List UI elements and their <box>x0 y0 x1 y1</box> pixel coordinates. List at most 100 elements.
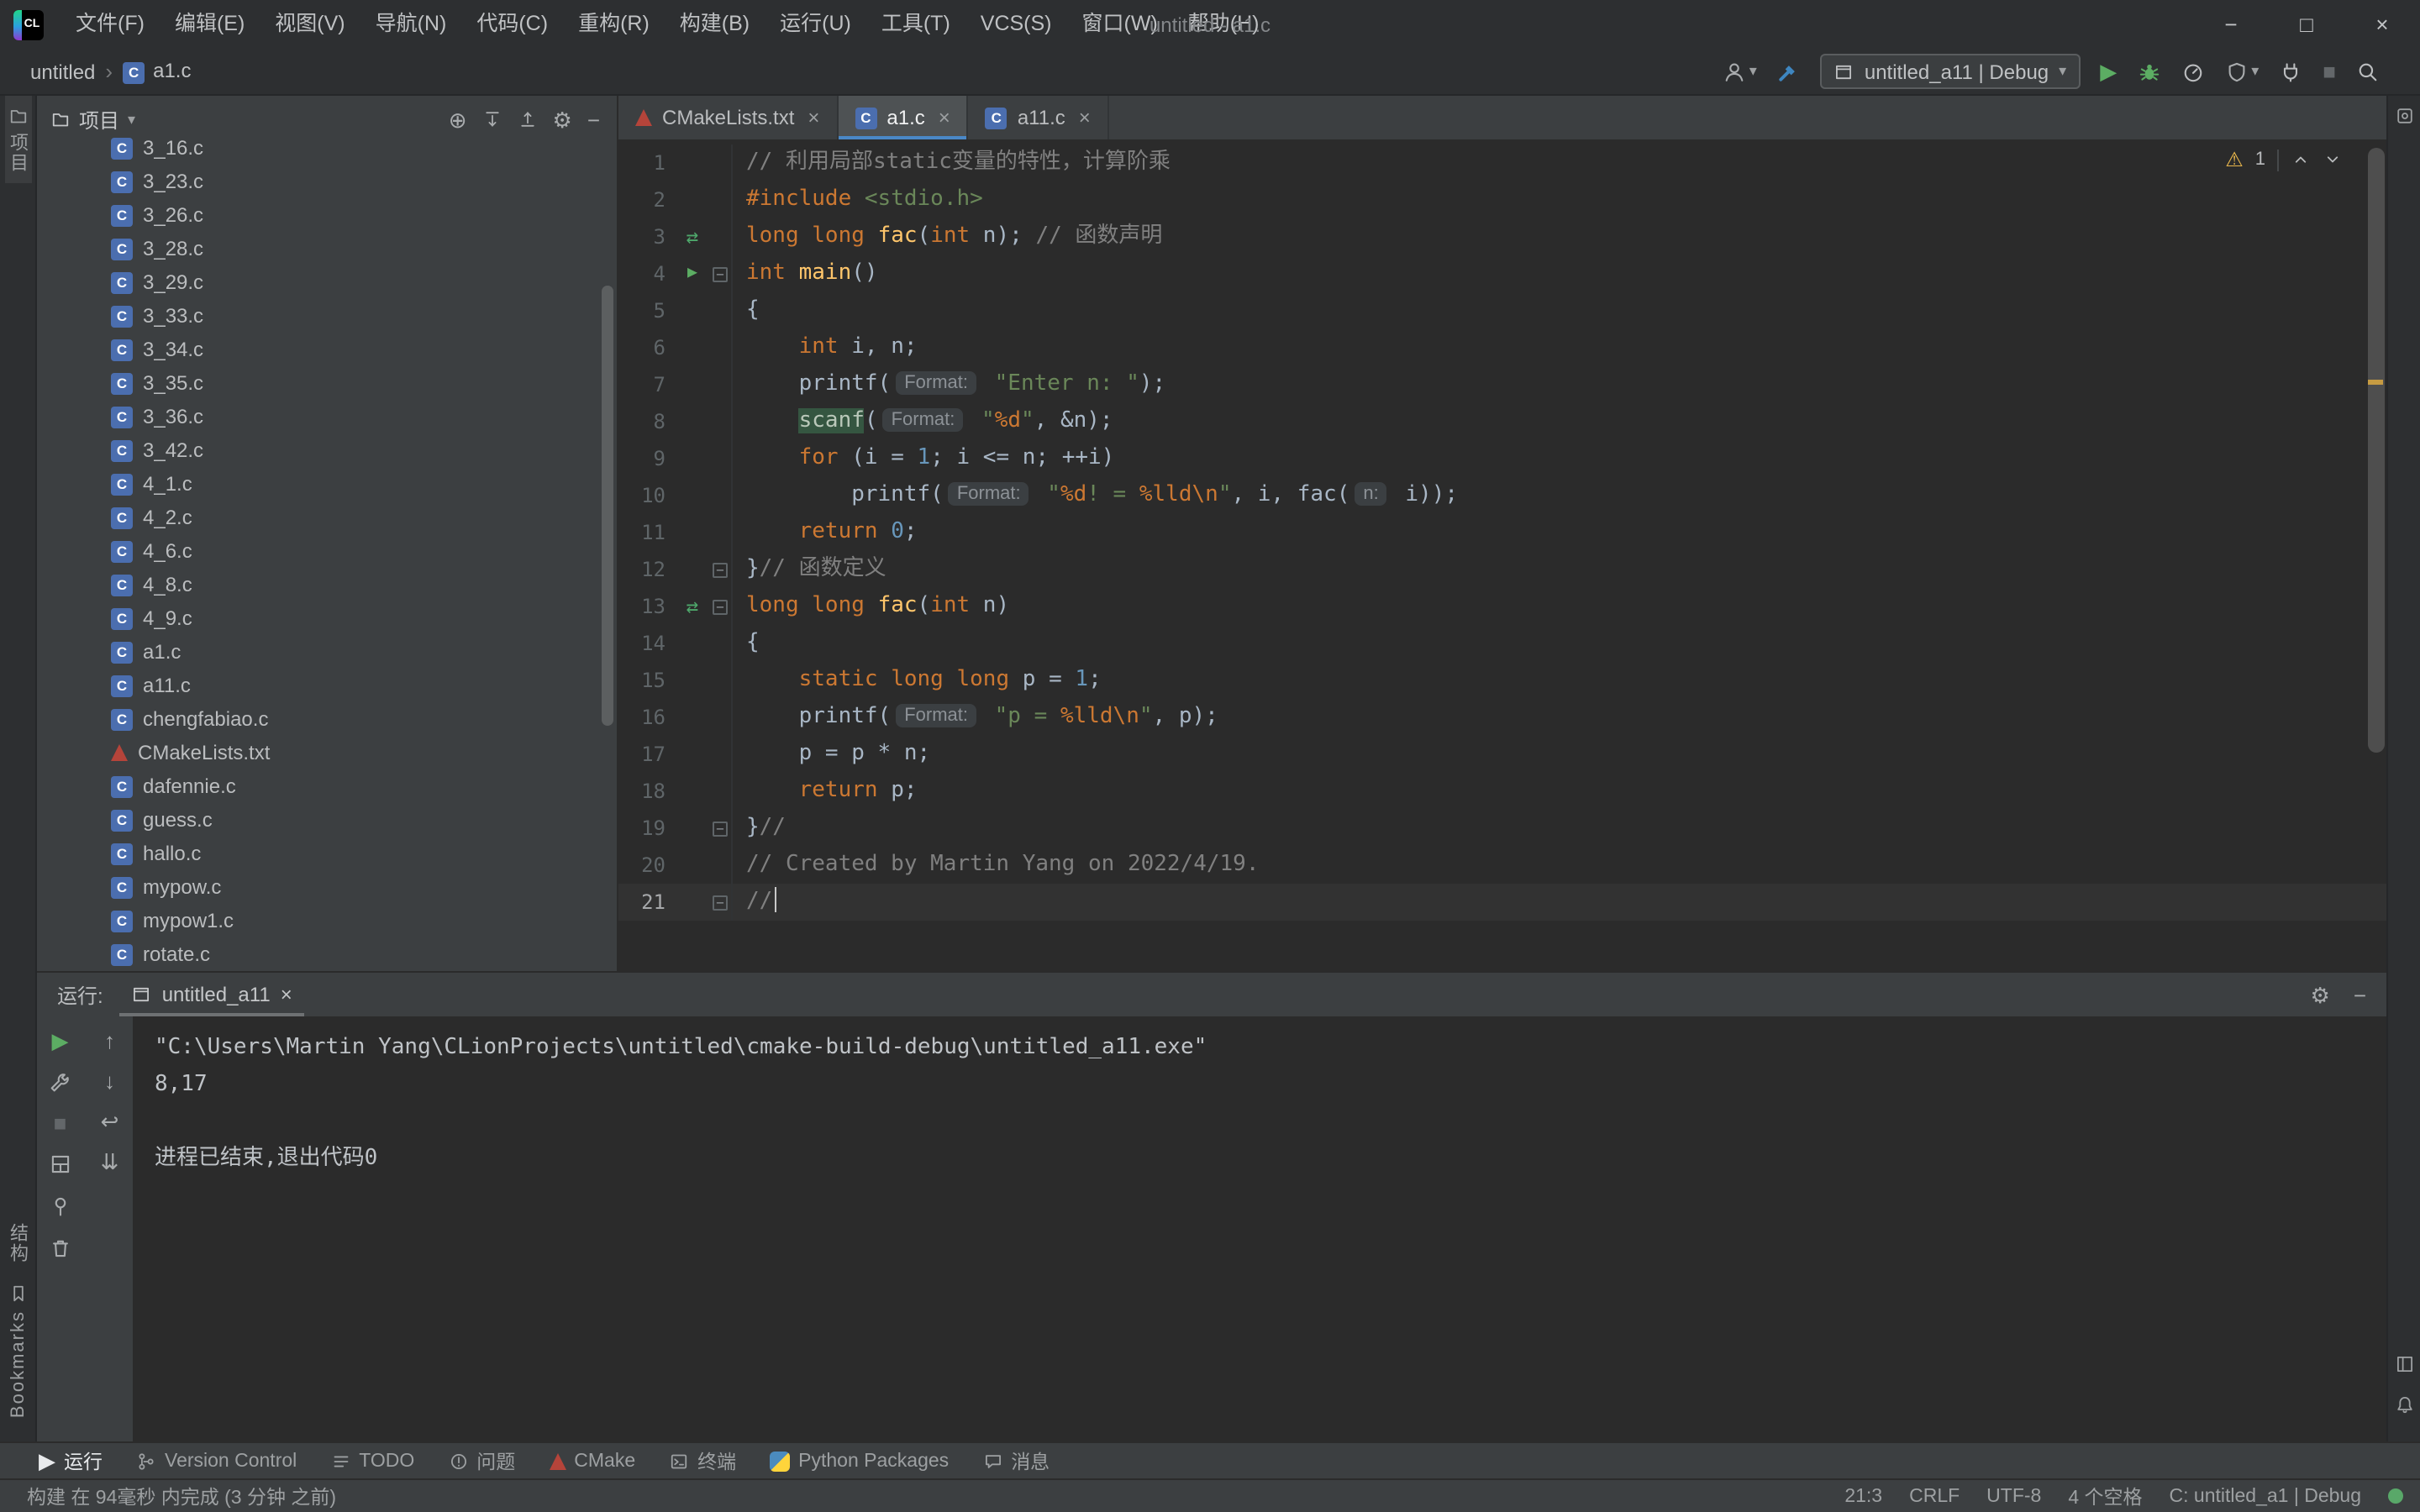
project-tree-item[interactable]: C 3_34.c <box>37 333 617 366</box>
project-tree-item[interactable]: Cmypow1.c <box>37 904 617 937</box>
menu-item[interactable]: 构建(B) <box>665 0 765 49</box>
project-tree-item[interactable]: Cmypow.c <box>37 870 617 904</box>
line-number[interactable]: 11 <box>618 514 676 551</box>
editor-line[interactable]: 19 −}// <box>618 810 2386 847</box>
project-tree-item[interactable]: C 3_35.c <box>37 366 617 400</box>
line-number[interactable]: 10 <box>618 477 676 514</box>
fold-icon[interactable]: − <box>713 562 728 577</box>
toolwindow-todo[interactable]: TODO <box>315 1443 429 1478</box>
project-tree-item[interactable]: CMakeLists.txt <box>37 736 617 769</box>
right-stripe-button-layout[interactable] <box>2394 1344 2414 1384</box>
line-number[interactable]: 9 <box>618 440 676 477</box>
project-tree-item[interactable]: Ca11.c <box>37 669 617 702</box>
fold-icon[interactable]: − <box>713 821 728 836</box>
project-tree-item[interactable]: Cguess.c <box>37 803 617 837</box>
toolwindow-cmake[interactable]: CMake <box>534 1443 650 1478</box>
coverage-button[interactable]: ▾ <box>2224 60 2259 83</box>
line-number[interactable]: 3 <box>618 218 676 255</box>
editor-line[interactable]: 5{ <box>618 292 2386 329</box>
line-number[interactable]: 16 <box>618 699 676 736</box>
menu-item[interactable]: 运行(U) <box>765 0 866 49</box>
project-tree-item[interactable]: Challo.c <box>37 837 617 870</box>
line-number[interactable]: 14 <box>618 625 676 662</box>
line-number[interactable]: 15 <box>618 662 676 699</box>
toolwindow-problems[interactable]: 问题 <box>433 1443 530 1478</box>
run-configuration-selector[interactable]: untitled_a11 | Debug ▾ <box>1820 54 2081 89</box>
breadcrumb-item[interactable]: untitled <box>30 60 95 83</box>
stripe-tab-项目[interactable]: 项目 <box>4 96 31 183</box>
goto-definition-icon[interactable]: ⇄ <box>676 218 709 255</box>
project-tree-item[interactable]: C 4_9.c <box>37 601 617 635</box>
project-tree-item[interactable]: C 3_29.c <box>37 265 617 299</box>
close-button[interactable]: × <box>2344 0 2420 49</box>
fold-marker[interactable]: − <box>709 255 733 292</box>
user-menu-button[interactable]: ▾ <box>1723 60 1757 83</box>
close-icon[interactable]: × <box>808 106 819 129</box>
line-number[interactable]: 8 <box>618 403 676 440</box>
editor-line[interactable]: 12 −}// 函数定义 <box>618 551 2386 588</box>
profiler-button[interactable] <box>2181 60 2204 83</box>
stripe-tab-Bookmarks[interactable]: Bookmarks <box>8 1273 28 1428</box>
collapse-all-icon[interactable] <box>518 109 538 129</box>
line-number[interactable]: 2 <box>618 181 676 218</box>
editor-line[interactable]: 13 ⇄ − long long fac(int n) <box>618 588 2386 625</box>
toolwindow-messages[interactable]: 消息 <box>967 1443 1065 1478</box>
hide-panel-icon[interactable]: − <box>2354 984 2366 1005</box>
breadcrumb-item[interactable]: Ca1.c <box>123 60 191 84</box>
line-number[interactable]: 6 <box>618 329 676 366</box>
line-number[interactable]: 7 <box>618 366 676 403</box>
editor-line[interactable]: 1 // 利用局部static变量的特性，计算阶乘 <box>618 144 2386 181</box>
fold-marker[interactable]: − <box>709 884 733 921</box>
editor-line[interactable]: 14 { <box>618 625 2386 662</box>
editor-line[interactable]: 16 printf(Format: "p = %lld\n", p); <box>618 699 2386 736</box>
editor-line[interactable]: 17 p = p * n; <box>618 736 2386 773</box>
prev-occurrence-button[interactable]: ↑ <box>104 1030 115 1052</box>
edit-configurations-button[interactable] <box>49 1070 72 1094</box>
stripe-tab-结构[interactable]: 结构 <box>4 1213 31 1273</box>
project-tree-item[interactable]: C 3_16.c <box>37 131 617 165</box>
close-icon[interactable]: × <box>939 106 950 129</box>
project-tree-item[interactable]: C 4_1.c <box>37 467 617 501</box>
line-number[interactable]: 1 <box>618 144 676 181</box>
maximize-button[interactable]: □ <box>2269 0 2344 49</box>
menu-item[interactable]: 代码(C) <box>461 0 563 49</box>
run-button[interactable]: ▶ <box>2100 60 2117 82</box>
stop-button[interactable]: ■ <box>2323 60 2336 82</box>
soft-wrap-button[interactable]: ↩ <box>101 1110 119 1132</box>
cmake-profile[interactable]: C: untitled_a1 | Debug <box>2170 1486 2361 1506</box>
editor-line[interactable]: 20 // Created by Martin Yang on 2022/4/19… <box>618 847 2386 884</box>
editor-tab[interactable]: Ca1.c × <box>838 96 969 139</box>
line-number[interactable]: 21 <box>618 884 676 921</box>
project-tree-item[interactable]: C 4_6.c <box>37 534 617 568</box>
fold-icon[interactable]: − <box>713 599 728 614</box>
debug-button[interactable] <box>2137 60 2160 83</box>
close-icon[interactable]: × <box>1079 106 1091 129</box>
editor-scrollbar[interactable] <box>2368 148 2385 753</box>
restore-layout-button[interactable] <box>49 1152 72 1176</box>
line-number[interactable]: 20 <box>618 847 676 884</box>
project-tree-item[interactable]: C 3_23.c <box>37 165 617 198</box>
toolwindow-run[interactable]: ▶ 运行 <box>24 1443 118 1478</box>
editor-line[interactable]: 10 printf(Format: "%d! = %lld\n", i, fac… <box>618 477 2386 514</box>
caret-position[interactable]: 21:3 <box>1844 1486 1882 1506</box>
fold-marker[interactable]: − <box>709 551 733 588</box>
menu-item[interactable]: 导航(N) <box>360 0 462 49</box>
line-number[interactable]: 5 <box>618 292 676 329</box>
editor-line[interactable]: 2 #include <stdio.h> <box>618 181 2386 218</box>
project-tree-scrollbar[interactable] <box>602 286 613 726</box>
menu-item[interactable]: 编辑(E) <box>160 0 260 49</box>
project-tree-item[interactable]: C 3_33.c <box>37 299 617 333</box>
editor-tab[interactable]: CMakeLists.txt × <box>618 96 839 139</box>
file-encoding[interactable]: UTF-8 <box>1986 1486 2041 1506</box>
line-number[interactable]: 4 <box>618 255 676 292</box>
build-button[interactable] <box>1777 60 1801 83</box>
toolwindow-python-packages[interactable]: Python Packages <box>755 1443 964 1478</box>
run-console-output[interactable]: "C:\Users\Martin Yang\CLionProjects\unti… <box>134 1016 2386 1441</box>
search-everywhere-button[interactable] <box>2356 60 2380 83</box>
rerun-button[interactable]: ▶ <box>52 1030 69 1052</box>
editor-line[interactable]: 4 ▶ − int main() <box>618 255 2386 292</box>
editor-line[interactable]: 18 return p; <box>618 773 2386 810</box>
settings-gear-icon[interactable]: ⚙ <box>553 108 572 130</box>
editor-line[interactable]: 3 ⇄ long long fac(int n); // 函数声明 <box>618 218 2386 255</box>
editor-line[interactable]: 9 for (i = 1; i <= n; ++i) <box>618 440 2386 477</box>
